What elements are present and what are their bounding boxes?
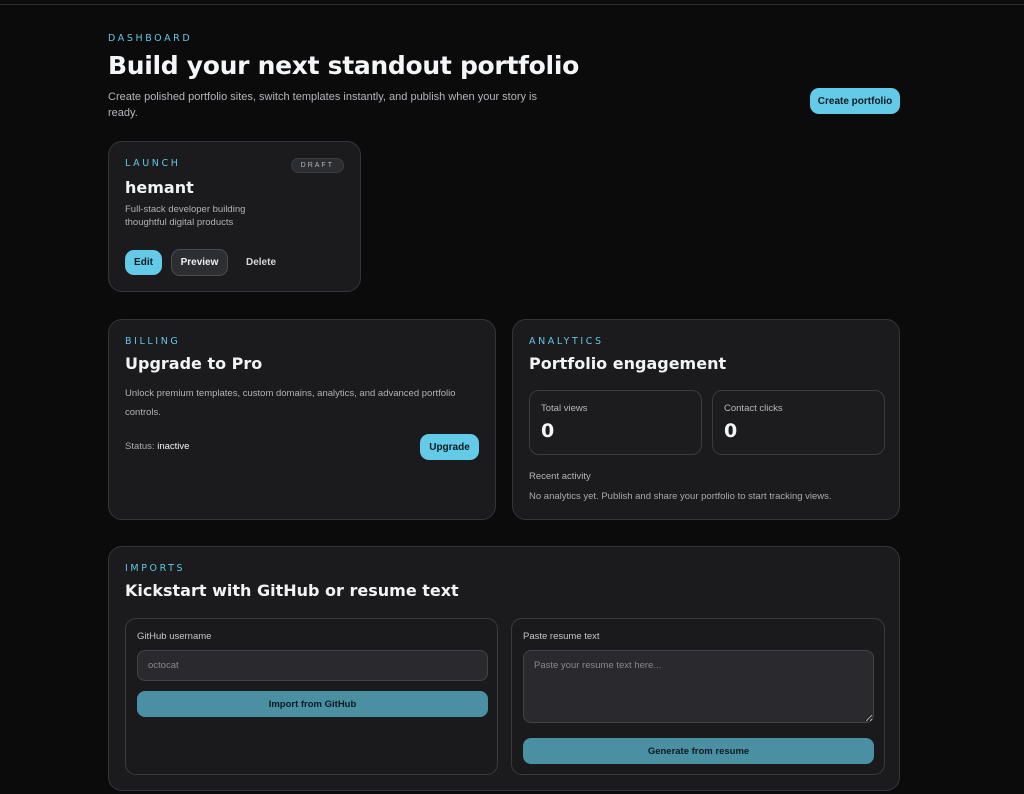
resume-text-label: Paste resume text bbox=[523, 631, 600, 642]
github-import-panel: GitHub username Import from GitHub bbox=[125, 618, 498, 775]
github-username-input[interactable] bbox=[137, 650, 488, 681]
portfolio-actions: Edit Preview Delete bbox=[125, 249, 285, 276]
analytics-card: ANALYTICS Portfolio engagement Total vie… bbox=[512, 319, 900, 520]
contact-clicks-stat: Contact clicks 0 bbox=[712, 390, 885, 455]
portfolio-description: Full-stack developer building thoughtful… bbox=[125, 204, 246, 228]
total-views-stat: Total views 0 bbox=[529, 390, 702, 455]
analytics-eyebrow: ANALYTICS bbox=[529, 336, 604, 347]
generate-resume-button[interactable]: Generate from resume bbox=[523, 738, 874, 764]
billing-title: Upgrade to Pro bbox=[125, 354, 263, 373]
portfolio-name: hemant bbox=[125, 178, 194, 197]
delete-button[interactable]: Delete bbox=[237, 257, 285, 268]
billing-status-label: Status: bbox=[125, 441, 155, 452]
page-header: DASHBOARD Build your next standout portf… bbox=[108, 33, 900, 121]
edit-button[interactable]: Edit bbox=[125, 250, 162, 275]
resume-text-input[interactable] bbox=[523, 650, 874, 723]
total-views-label: Total views bbox=[541, 403, 588, 414]
recent-activity-label: Recent activity bbox=[529, 471, 591, 482]
page-eyebrow: DASHBOARD bbox=[108, 33, 193, 44]
billing-card: BILLING Upgrade to Pro Unlock premium te… bbox=[108, 319, 496, 520]
top-divider bbox=[0, 4, 1024, 5]
imports-eyebrow: IMPORTS bbox=[125, 563, 186, 574]
total-views-value: 0 bbox=[541, 420, 555, 442]
billing-status: Status: inactive bbox=[125, 441, 189, 452]
recent-activity-text: No analytics yet. Publish and share your… bbox=[529, 491, 832, 502]
page-title: Build your next standout portfolio bbox=[108, 51, 579, 80]
upgrade-button[interactable]: Upgrade bbox=[420, 434, 479, 460]
import-github-button[interactable]: Import from GitHub bbox=[137, 691, 488, 717]
create-portfolio-button[interactable]: Create portfolio bbox=[810, 88, 900, 114]
portfolio-card: LAUNCH DRAFT hemant Full-stack developer… bbox=[108, 141, 361, 292]
page-subtitle: Create polished portfolio sites, switch … bbox=[108, 91, 538, 119]
billing-status-value: inactive bbox=[157, 441, 190, 452]
contact-clicks-value: 0 bbox=[724, 420, 738, 442]
resume-import-panel: Paste resume text Generate from resume bbox=[511, 618, 885, 775]
billing-description: Unlock premium templates, custom domains… bbox=[125, 388, 456, 418]
status-badge: DRAFT bbox=[290, 158, 344, 173]
contact-clicks-label: Contact clicks bbox=[724, 403, 783, 414]
launch-eyebrow: LAUNCH bbox=[125, 158, 181, 169]
imports-card: IMPORTS Kickstart with GitHub or resume … bbox=[108, 546, 900, 791]
analytics-title: Portfolio engagement bbox=[529, 354, 727, 373]
billing-eyebrow: BILLING bbox=[125, 336, 181, 347]
imports-title: Kickstart with GitHub or resume text bbox=[125, 581, 459, 600]
preview-button[interactable]: Preview bbox=[171, 249, 228, 276]
github-username-label: GitHub username bbox=[137, 631, 212, 642]
